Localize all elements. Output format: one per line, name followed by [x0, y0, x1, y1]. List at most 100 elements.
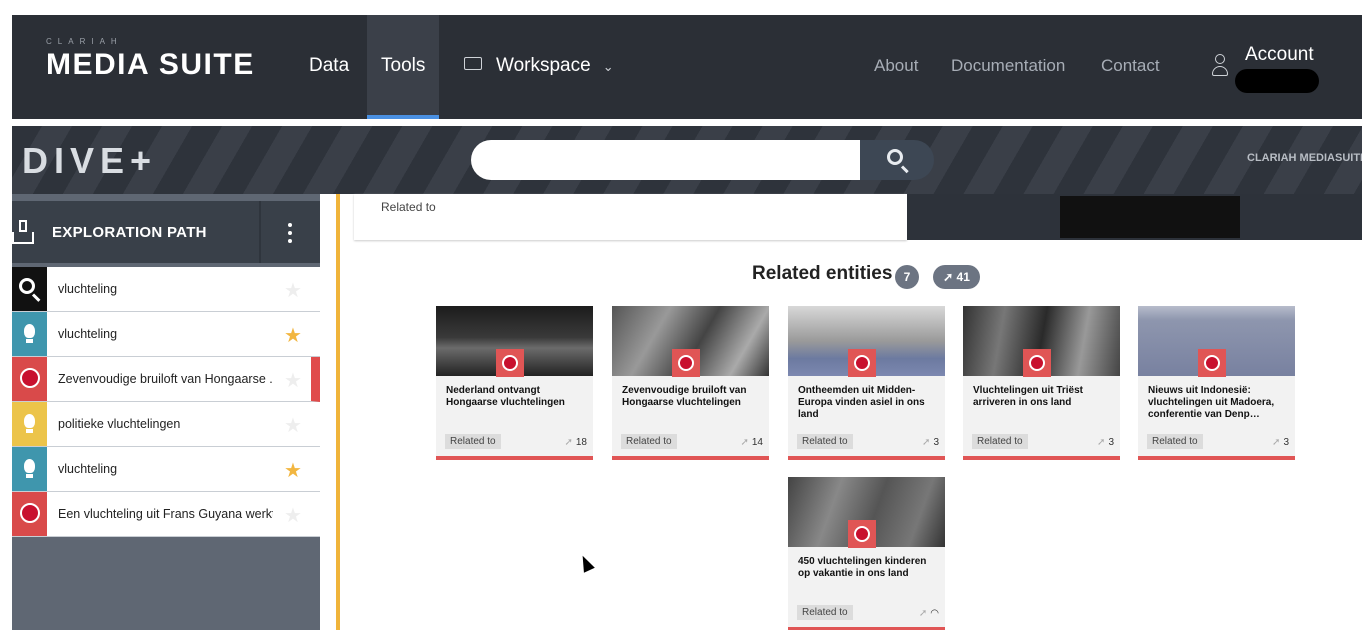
- nav-data[interactable]: Data: [309, 15, 349, 119]
- search-icon: [12, 267, 47, 311]
- nav-documentation[interactable]: Documentation: [951, 15, 1065, 119]
- card-title: Zevenvoudige bruiloft van Hongaarse vluc…: [622, 385, 747, 408]
- nav-account[interactable]: Account: [1245, 44, 1314, 66]
- header-separator: [259, 201, 261, 263]
- video-icon: [12, 357, 47, 401]
- video-icon: [848, 520, 876, 548]
- card-count: 3: [1283, 437, 1289, 448]
- card-link-count: ➚ 3: [1097, 437, 1114, 448]
- card-count: 18: [575, 437, 587, 448]
- kebab-menu-icon[interactable]: [288, 223, 292, 247]
- nav-workspace-label: Workspace: [496, 55, 591, 76]
- top-nav: CLARIAH MEDIA SUITE Data Tools Workspace…: [12, 15, 1362, 119]
- card-title: Ontheemden uit Midden-Europa vinden asie…: [798, 385, 925, 420]
- loading-spinner-icon: ◠: [930, 608, 939, 619]
- card-title: Vluchtelingen uit Triëst arriveren in on…: [973, 385, 1084, 408]
- dive-logo[interactable]: DIVE+: [22, 140, 157, 182]
- card-link-count: ➚ 18: [564, 437, 587, 448]
- exploration-path-header: EXPLORATION PATH: [12, 201, 320, 263]
- exploration-sidebar: EXPLORATION PATH vluchteling ★ vluchteli…: [12, 194, 320, 630]
- nav-workspace[interactable]: Workspace ⌄: [464, 15, 614, 119]
- nav-contact[interactable]: Contact: [1101, 15, 1160, 119]
- panel-divider[interactable]: [336, 194, 340, 630]
- card-relation-chip[interactable]: Related to: [621, 434, 677, 449]
- card-relation-chip[interactable]: Related to: [1147, 434, 1203, 449]
- sidebar-title: EXPLORATION PATH: [52, 224, 207, 241]
- card-relation-chip[interactable]: Related to: [972, 434, 1028, 449]
- brand-small: CLARIAH: [46, 37, 123, 46]
- search-button[interactable]: [860, 140, 934, 180]
- link-icon: ➚: [564, 437, 573, 448]
- path-item[interactable]: vluchteling ★: [12, 312, 320, 357]
- card-relation-chip[interactable]: Related to: [445, 434, 501, 449]
- path-item-label: vluchteling: [58, 282, 118, 296]
- card-link-count: ➚ 3: [1272, 437, 1289, 448]
- dive-bar: DIVE+ CLARIAH MEDIASUITE: [12, 126, 1362, 194]
- entity-card[interactable]: Vluchtelingen uit Triëst arriveren in on…: [963, 306, 1120, 460]
- search-input[interactable]: [471, 140, 862, 180]
- path-item[interactable]: politieke vluchtelingen ★: [12, 402, 320, 447]
- card-link-count: ➚ 3: [922, 437, 939, 448]
- entity-card[interactable]: Nieuws uit Indonesië: vluchtelingen uit …: [1138, 306, 1295, 460]
- brand-main: MEDIA SUITE: [46, 48, 255, 81]
- path-item[interactable]: Een vluchteling uit Frans Guyana werkt i…: [12, 492, 320, 537]
- path-item-label: vluchteling: [58, 462, 118, 476]
- card-count: 3: [1108, 437, 1114, 448]
- card-relation-chip[interactable]: Related to: [797, 434, 853, 449]
- media-suite-logo[interactable]: CLARIAH MEDIA SUITE: [46, 37, 255, 82]
- bulb-icon: [12, 402, 47, 446]
- path-item-label: Zevenvoudige bruiloft van Hongaarse ...: [58, 372, 273, 386]
- star-icon[interactable]: ★: [284, 323, 302, 348]
- path-item-label: vluchteling: [58, 327, 118, 341]
- path-item[interactable]: vluchteling ★: [12, 447, 320, 492]
- links-count: 41: [956, 270, 970, 284]
- bulb-icon: [12, 447, 47, 491]
- star-icon[interactable]: ★: [284, 458, 302, 483]
- redacted-username: [1235, 69, 1319, 93]
- path-item-active[interactable]: Zevenvoudige bruiloft van Hongaarse ... …: [12, 357, 320, 402]
- related-entities-title: Related entities: [752, 263, 893, 284]
- nav-tools[interactable]: Tools: [367, 15, 440, 119]
- link-icon: ➚: [943, 270, 957, 284]
- clariah-mediasuite-link[interactable]: CLARIAH MEDIASUITE: [1247, 152, 1362, 164]
- link-icon: ➚: [922, 437, 931, 448]
- mouse-cursor-icon: [577, 553, 595, 573]
- link-icon: ➚: [1272, 437, 1281, 448]
- bulb-icon: [12, 312, 47, 356]
- star-icon[interactable]: ★: [284, 413, 302, 438]
- user-icon[interactable]: [1211, 52, 1229, 80]
- nav-about[interactable]: About: [874, 15, 918, 119]
- card-count: 14: [751, 437, 763, 448]
- star-icon[interactable]: ★: [284, 368, 302, 393]
- card-title: 450 vluchtelingen kinderen op vakantie i…: [798, 556, 927, 579]
- card-count: 3: [933, 437, 939, 448]
- card-title: Nieuws uit Indonesië: vluchtelingen uit …: [1148, 385, 1275, 420]
- link-icon: ➚: [740, 437, 749, 448]
- entities-count-badge: 7: [895, 265, 919, 289]
- path-item-label: politieke vluchtelingen: [58, 417, 181, 431]
- folder-icon: [464, 57, 482, 71]
- video-icon: [1198, 349, 1226, 377]
- card-relation-chip[interactable]: Related to: [797, 605, 853, 620]
- entity-card[interactable]: Zevenvoudige bruiloft van Hongaarse vluc…: [612, 306, 769, 460]
- link-icon: ➚: [918, 608, 928, 619]
- card-link-count: ➚ 14: [740, 437, 763, 448]
- exploration-path-icon: [12, 218, 36, 246]
- video-icon: [848, 349, 876, 377]
- star-icon[interactable]: ★: [284, 503, 302, 528]
- video-icon: [1023, 349, 1051, 377]
- video-icon: [496, 349, 524, 377]
- links-count-badge: ➚ 41: [933, 265, 980, 289]
- path-item[interactable]: vluchteling ★: [12, 267, 320, 312]
- entity-card[interactable]: Nederland ontvangt Hongaarse vluchteling…: [436, 306, 593, 460]
- redacted-tab: [1060, 196, 1240, 238]
- path-item-label: Een vluchteling uit Frans Guyana werkt i…: [58, 507, 273, 521]
- link-icon: ➚: [1097, 437, 1106, 448]
- related-to-tab[interactable]: Related to: [354, 194, 907, 240]
- star-icon[interactable]: ★: [284, 278, 302, 303]
- search-icon: [887, 149, 903, 165]
- card-link-count: ➚ ◠: [919, 608, 939, 619]
- entity-card[interactable]: 450 vluchtelingen kinderen op vakantie i…: [788, 477, 945, 630]
- exploration-path-list: vluchteling ★ vluchteling ★ Zevenvoudige…: [12, 267, 320, 537]
- entity-card[interactable]: Ontheemden uit Midden-Europa vinden asie…: [788, 306, 945, 460]
